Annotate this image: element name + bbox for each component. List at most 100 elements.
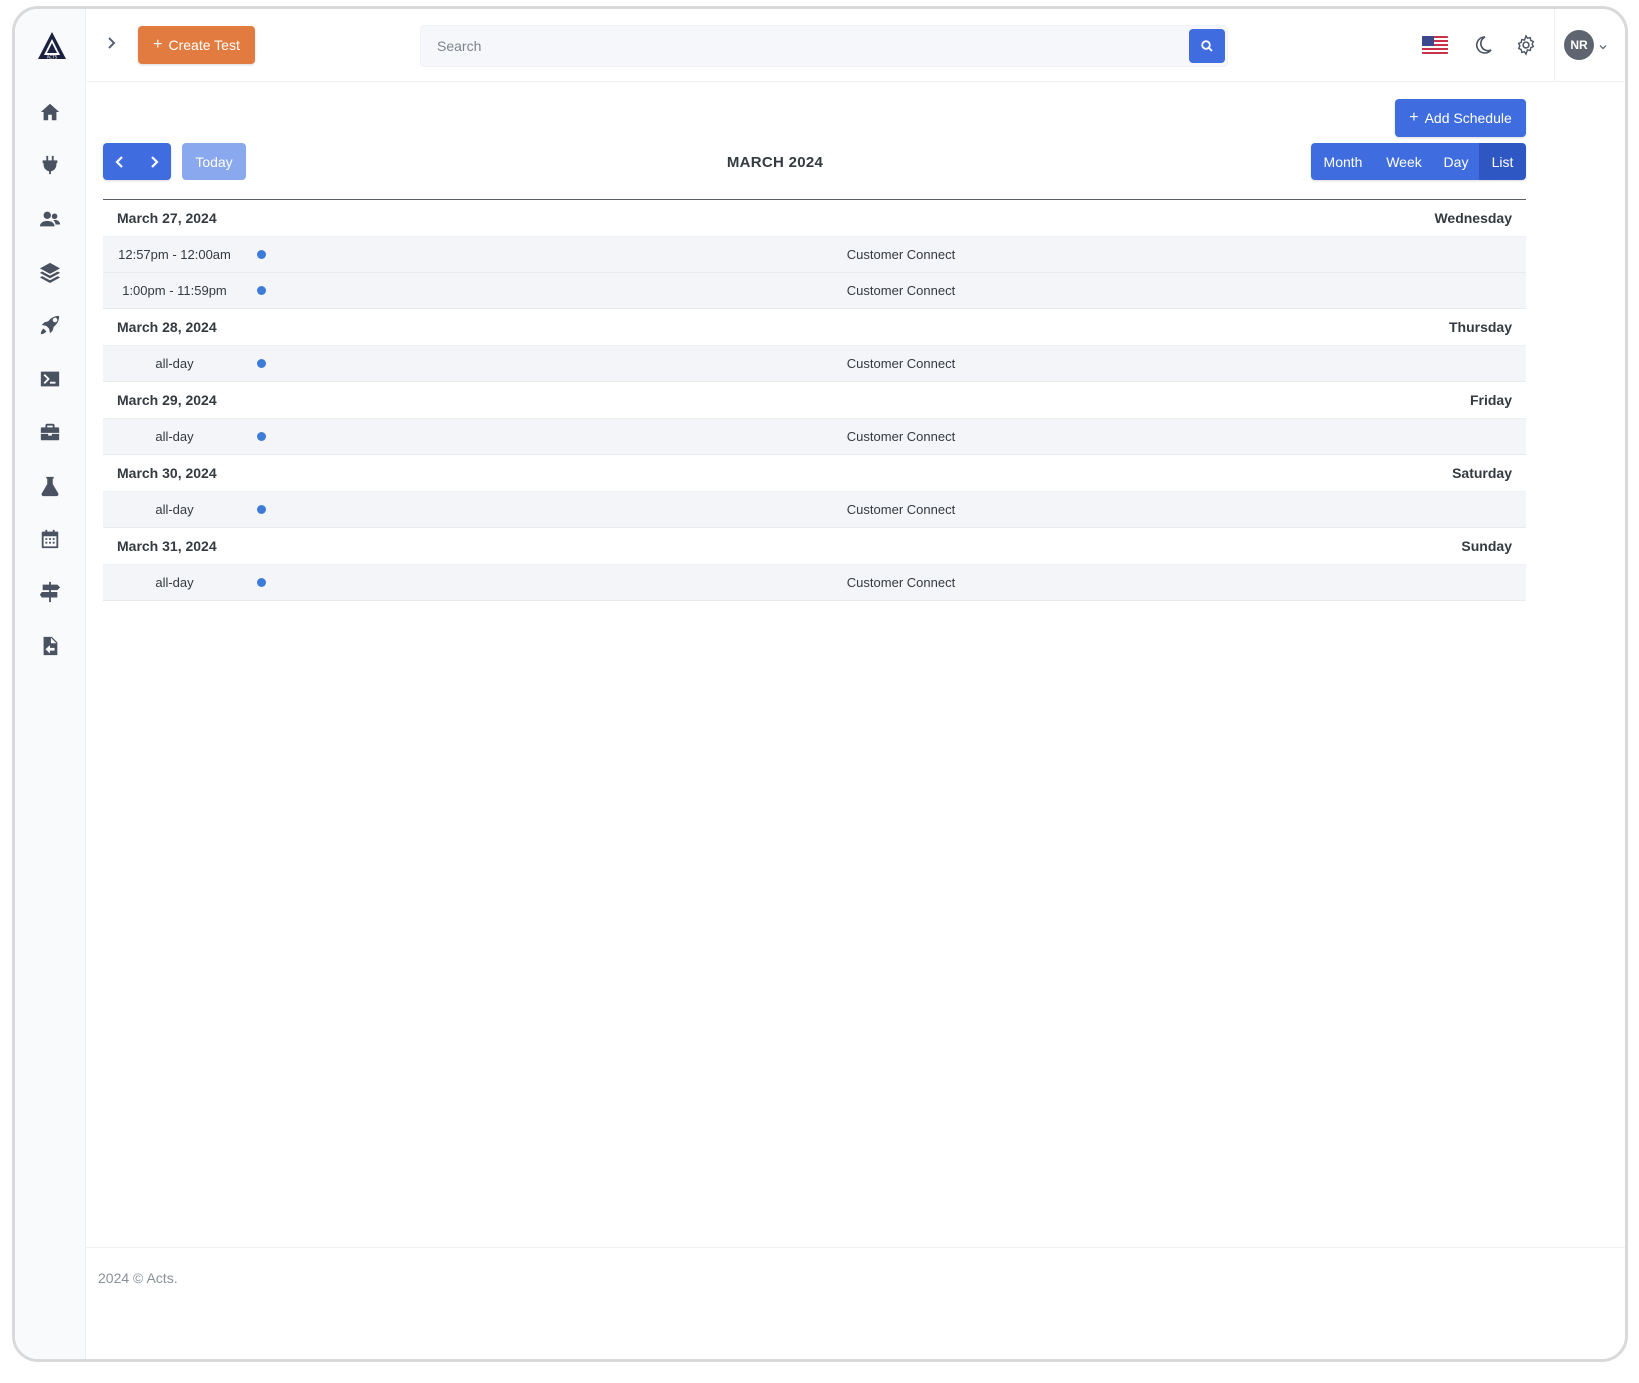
event-dot bbox=[256, 505, 266, 514]
footer: 2024 © Acts. bbox=[86, 1247, 1625, 1359]
day-date: March 27, 2024 bbox=[117, 210, 217, 226]
us-flag-icon[interactable] bbox=[1422, 36, 1448, 54]
day-date: March 28, 2024 bbox=[117, 319, 217, 335]
day-weekday: Saturday bbox=[1452, 465, 1512, 481]
create-test-label: Create Test bbox=[168, 37, 240, 53]
nav-import[interactable] bbox=[33, 629, 67, 663]
event-dot-cell bbox=[246, 359, 276, 368]
nav-briefcase[interactable] bbox=[33, 415, 67, 449]
event-list: March 27, 2024 Wednesday 12:57pm - 12:00… bbox=[103, 199, 1526, 601]
moon-icon bbox=[1476, 36, 1492, 54]
chevron-left-icon bbox=[115, 155, 123, 168]
signpost-icon bbox=[39, 581, 61, 603]
event-title[interactable]: Customer Connect bbox=[276, 356, 1526, 371]
event-time: 12:57pm - 12:00am bbox=[118, 247, 231, 262]
day-weekday: Friday bbox=[1469, 392, 1512, 408]
nav-layers[interactable] bbox=[33, 255, 67, 289]
nav-plugins[interactable] bbox=[33, 148, 67, 182]
user-avatar[interactable]: NR bbox=[1564, 30, 1594, 60]
nav-deploy[interactable] bbox=[33, 308, 67, 342]
acts-logo[interactable]: ACTS bbox=[37, 31, 67, 61]
topbar-divider bbox=[1554, 9, 1555, 82]
view-month-button[interactable]: Month bbox=[1311, 143, 1375, 180]
view-list-button[interactable]: List bbox=[1479, 143, 1526, 180]
event-row[interactable]: all-day Customer Connect bbox=[103, 346, 1526, 382]
event-dot bbox=[256, 286, 266, 295]
home-icon bbox=[40, 103, 60, 121]
search-input[interactable] bbox=[421, 26, 1181, 66]
rocket-icon bbox=[40, 315, 60, 335]
nav-home[interactable] bbox=[33, 95, 67, 129]
sidebar: ACTS bbox=[15, 9, 86, 1359]
event-title[interactable]: Customer Connect bbox=[276, 575, 1526, 590]
user-menu-caret[interactable] bbox=[1598, 39, 1608, 50]
chevron-right-icon bbox=[108, 37, 116, 49]
event-time: all-day bbox=[155, 502, 194, 517]
event-row[interactable]: all-day Customer Connect bbox=[103, 565, 1526, 601]
event-dot-cell bbox=[246, 286, 276, 295]
nav-roadmap[interactable] bbox=[33, 575, 67, 609]
event-title[interactable]: Customer Connect bbox=[276, 502, 1526, 517]
nav-users[interactable] bbox=[33, 202, 67, 236]
terminal-icon bbox=[40, 371, 60, 387]
event-row[interactable]: 12:57pm - 12:00am Customer Connect bbox=[103, 237, 1526, 273]
sidebar-toggle-button[interactable] bbox=[100, 31, 124, 55]
chevron-right-icon bbox=[151, 155, 159, 168]
day-header: March 29, 2024 Friday bbox=[103, 382, 1526, 419]
calendar-icon bbox=[41, 529, 59, 549]
event-row[interactable]: all-day Customer Connect bbox=[103, 419, 1526, 455]
gear-icon bbox=[1517, 34, 1535, 56]
event-dot-cell bbox=[246, 432, 276, 441]
nav-tests[interactable] bbox=[33, 469, 67, 503]
prev-button[interactable] bbox=[103, 143, 137, 180]
event-title[interactable]: Customer Connect bbox=[276, 429, 1526, 444]
next-button[interactable] bbox=[137, 143, 171, 180]
search-bar bbox=[420, 25, 1228, 67]
day-date: March 30, 2024 bbox=[117, 465, 217, 481]
day-header: March 28, 2024 Thursday bbox=[103, 309, 1526, 346]
users-icon bbox=[39, 211, 61, 227]
svg-text:ACTS: ACTS bbox=[47, 54, 58, 59]
today-button[interactable]: Today bbox=[182, 143, 246, 180]
event-row[interactable]: 1:00pm - 11:59pm Customer Connect bbox=[103, 273, 1526, 309]
event-dot bbox=[256, 578, 266, 587]
create-test-button[interactable]: + Create Test bbox=[138, 26, 255, 64]
chevron-down-icon bbox=[1599, 45, 1607, 50]
event-dot-cell bbox=[246, 578, 276, 587]
event-dot-cell bbox=[246, 250, 276, 259]
search-icon bbox=[1201, 40, 1213, 52]
settings-button[interactable] bbox=[1514, 33, 1538, 57]
copyright-text: 2024 © Acts. bbox=[98, 1270, 178, 1286]
day-header: March 27, 2024 Wednesday bbox=[103, 200, 1526, 237]
event-dot bbox=[256, 250, 266, 259]
nav-calendar[interactable] bbox=[33, 522, 67, 556]
top-bar: + Create Test NR bbox=[86, 9, 1625, 82]
plus-icon: + bbox=[1409, 109, 1419, 126]
event-title[interactable]: Customer Connect bbox=[276, 283, 1526, 298]
event-time: all-day bbox=[155, 429, 194, 444]
plug-icon bbox=[42, 155, 58, 175]
day-weekday: Thursday bbox=[1448, 319, 1512, 335]
view-day-button[interactable]: Day bbox=[1433, 143, 1479, 180]
view-week-button[interactable]: Week bbox=[1375, 143, 1433, 180]
dark-mode-toggle[interactable] bbox=[1471, 33, 1495, 57]
day-header: March 30, 2024 Saturday bbox=[103, 455, 1526, 492]
add-schedule-label: Add Schedule bbox=[1424, 110, 1512, 126]
nav-terminal[interactable] bbox=[33, 362, 67, 396]
calendar-nav-group bbox=[103, 143, 171, 180]
day-weekday: Wednesday bbox=[1434, 210, 1512, 226]
event-row[interactable]: all-day Customer Connect bbox=[103, 492, 1526, 528]
briefcase-icon bbox=[40, 423, 60, 441]
day-date: March 29, 2024 bbox=[117, 392, 217, 408]
file-import-icon bbox=[43, 636, 58, 656]
day-date: March 31, 2024 bbox=[117, 538, 217, 554]
event-time: all-day bbox=[155, 575, 194, 590]
add-schedule-button[interactable]: + Add Schedule bbox=[1395, 99, 1526, 137]
view-switcher: Month Week Day List bbox=[1311, 143, 1526, 180]
search-button[interactable] bbox=[1189, 29, 1225, 63]
event-title[interactable]: Customer Connect bbox=[276, 247, 1526, 262]
event-dot bbox=[256, 432, 266, 441]
day-header: March 31, 2024 Sunday bbox=[103, 528, 1526, 565]
layers-icon bbox=[39, 262, 61, 283]
event-dot bbox=[256, 359, 266, 368]
